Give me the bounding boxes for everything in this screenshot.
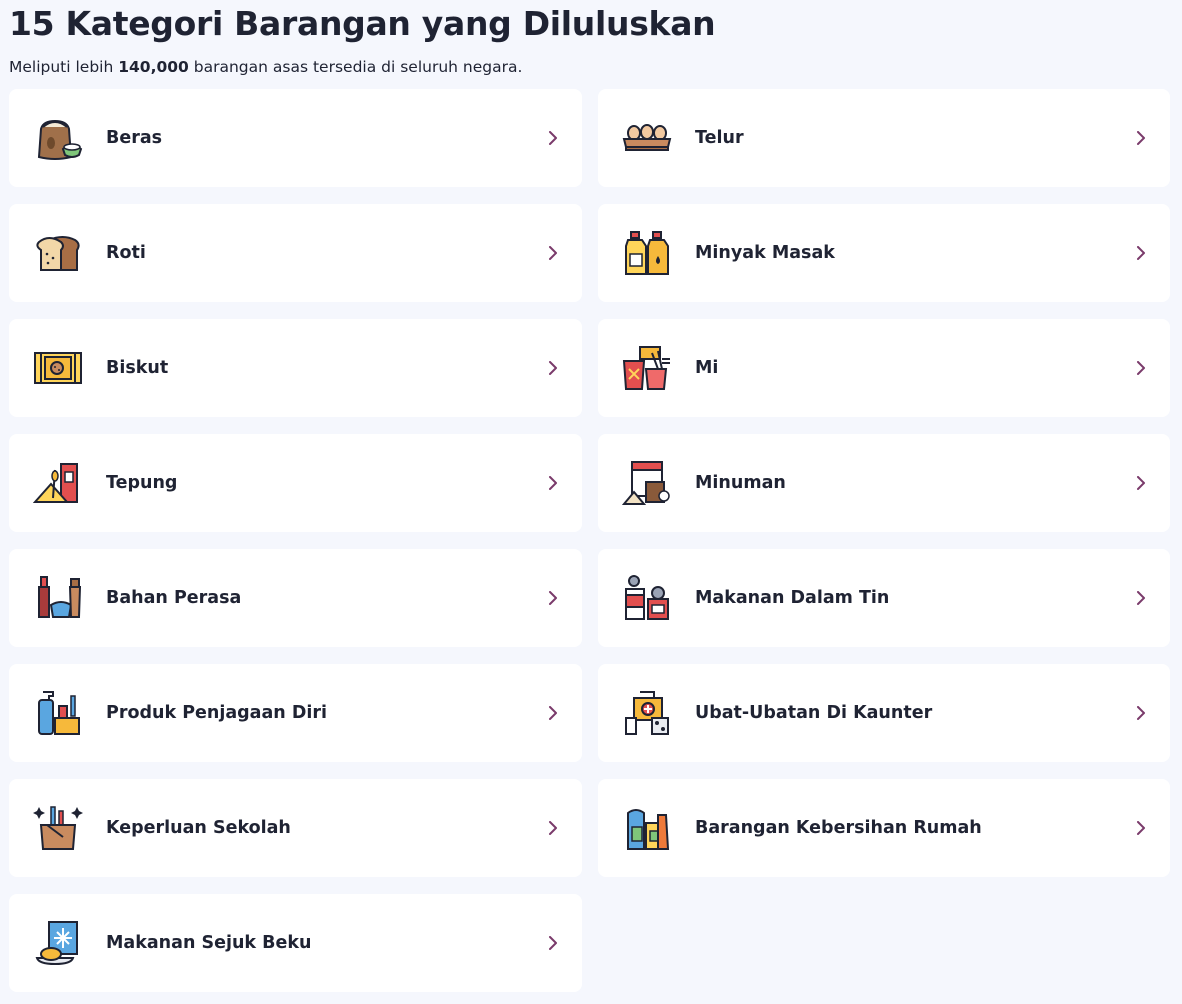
category-label: Produk Penjagaan Diri xyxy=(106,703,328,723)
category-card-keperluan-sekolah[interactable]: Keperluan Sekolah xyxy=(9,779,582,877)
flour-icon xyxy=(32,457,84,509)
category-card-produk-penjagaan-diri[interactable]: Produk Penjagaan Diri xyxy=(9,664,582,762)
category-card-beras[interactable]: Beras xyxy=(9,89,582,187)
household-cleaning-icon xyxy=(621,802,673,854)
bread-icon xyxy=(32,227,84,279)
seasoning-icon xyxy=(32,572,84,624)
category-card-makanan-sejuk-beku[interactable]: Makanan Sejuk Beku xyxy=(9,894,582,992)
chevron-right-icon xyxy=(546,361,560,375)
chevron-right-icon xyxy=(546,246,560,260)
noodles-icon xyxy=(621,342,673,394)
category-card-ubat-ubatan[interactable]: Ubat-Ubatan Di Kaunter xyxy=(598,664,1170,762)
subtitle-count: 140,000 xyxy=(118,58,189,76)
category-label: Makanan Dalam Tin xyxy=(695,588,890,608)
category-card-tepung[interactable]: Tepung xyxy=(9,434,582,532)
egg-tray-icon xyxy=(621,112,673,164)
chevron-right-icon xyxy=(1134,821,1148,835)
category-label: Minuman xyxy=(695,473,786,493)
subtitle-text-start: Meliputi lebih xyxy=(9,58,119,76)
chevron-right-icon xyxy=(1134,706,1148,720)
biscuit-pack-icon xyxy=(32,342,84,394)
school-supplies-icon xyxy=(32,802,84,854)
cooking-oil-icon xyxy=(621,227,673,279)
category-card-minyak-masak[interactable]: Minyak Masak xyxy=(598,204,1170,302)
chevron-right-icon xyxy=(546,936,560,950)
chevron-right-icon xyxy=(546,591,560,605)
chevron-right-icon xyxy=(1134,591,1148,605)
rice-sack-icon xyxy=(32,112,84,164)
category-label: Mi xyxy=(695,358,719,378)
category-label: Telur xyxy=(695,128,744,148)
chevron-right-icon xyxy=(1134,246,1148,260)
category-label: Tepung xyxy=(106,473,178,493)
beverage-icon xyxy=(621,457,673,509)
page-title: 15 Kategori Barangan yang Diluluskan xyxy=(9,4,716,43)
canned-food-icon xyxy=(621,572,673,624)
category-card-minuman[interactable]: Minuman xyxy=(598,434,1170,532)
category-card-makanan-dalam-tin[interactable]: Makanan Dalam Tin xyxy=(598,549,1170,647)
chevron-right-icon xyxy=(1134,361,1148,375)
category-card-roti[interactable]: Roti xyxy=(9,204,582,302)
personal-care-icon xyxy=(32,687,84,739)
chevron-right-icon xyxy=(546,131,560,145)
category-card-biskut[interactable]: Biskut xyxy=(9,319,582,417)
category-label: Biskut xyxy=(106,358,169,378)
category-label: Makanan Sejuk Beku xyxy=(106,933,312,953)
subtitle-text-end: barangan asas tersedia di seluruh negara… xyxy=(188,58,523,76)
medicine-icon xyxy=(621,687,673,739)
category-card-telur[interactable]: Telur xyxy=(598,89,1170,187)
chevron-right-icon xyxy=(1134,476,1148,490)
chevron-right-icon xyxy=(546,476,560,490)
page: 15 Kategori Barangan yang Diluluskan Mel… xyxy=(0,0,1182,1004)
chevron-right-icon xyxy=(546,706,560,720)
chevron-right-icon xyxy=(1134,131,1148,145)
category-label: Bahan Perasa xyxy=(106,588,242,608)
frozen-food-icon xyxy=(32,917,84,969)
category-label: Ubat-Ubatan Di Kaunter xyxy=(695,703,933,723)
category-label: Roti xyxy=(106,243,146,263)
category-label: Keperluan Sekolah xyxy=(106,818,291,838)
chevron-right-icon xyxy=(546,821,560,835)
category-card-mi[interactable]: Mi xyxy=(598,319,1170,417)
page-subtitle: Meliputi lebih 140,000 barangan asas ter… xyxy=(9,58,522,76)
category-grid: Beras Telur Roti Minyak Masak Biskut Mi … xyxy=(9,89,1170,992)
category-label: Barangan Kebersihan Rumah xyxy=(695,818,982,838)
category-card-barangan-kebersihan-rumah[interactable]: Barangan Kebersihan Rumah xyxy=(598,779,1170,877)
category-card-bahan-perasa[interactable]: Bahan Perasa xyxy=(9,549,582,647)
category-label: Minyak Masak xyxy=(695,243,835,263)
category-label: Beras xyxy=(106,128,163,148)
